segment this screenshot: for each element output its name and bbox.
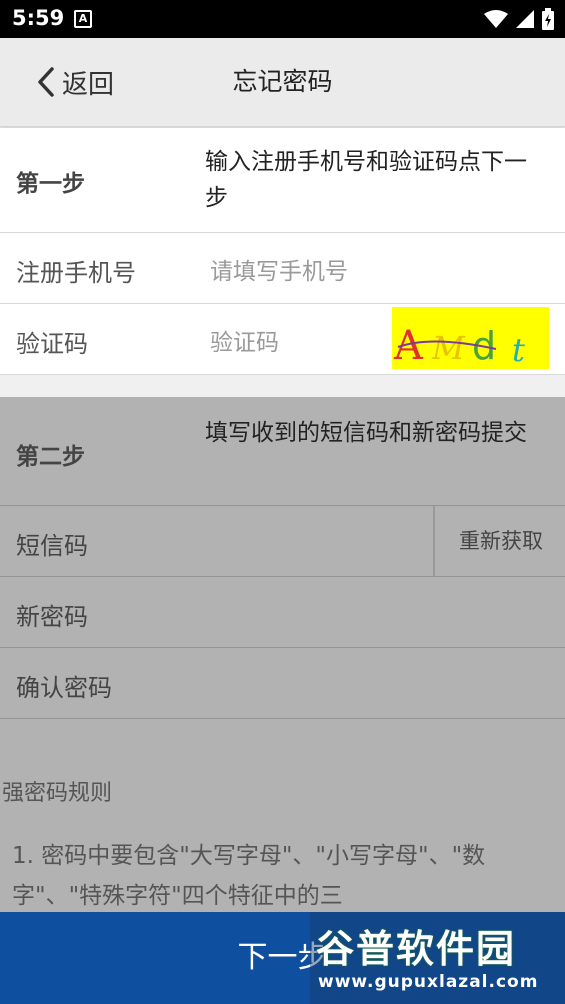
- captcha-glyphs: A M d t: [393, 323, 525, 369]
- captcha-input[interactable]: 验证码: [210, 323, 279, 357]
- battery-icon: [542, 8, 554, 30]
- nav-bar: 返回 忘记密码: [0, 38, 565, 127]
- page-title: 忘记密码: [232, 67, 333, 96]
- new-password-input[interactable]: 新密码: [16, 597, 88, 632]
- status-bar: 5:59 A: [0, 0, 565, 38]
- step2-label: 第二步: [16, 444, 85, 470]
- status-time: 5:59: [12, 6, 65, 30]
- confirm-password-row: 确认密码: [0, 648, 565, 719]
- confirm-password-input[interactable]: 确认密码: [16, 668, 112, 703]
- resend-button[interactable]: 重新获取: [433, 506, 565, 576]
- svg-text:M: M: [431, 329, 466, 367]
- notification-icon: A: [74, 10, 92, 28]
- step2-header: 第二步 填写收到的短信码和新密码提交: [0, 397, 565, 506]
- svg-text:t: t: [512, 331, 525, 369]
- watermark-logo: 谷普软件园 www.gupuxlazal.com: [310, 912, 565, 1004]
- phone-input[interactable]: 请填写手机号: [210, 252, 348, 286]
- status-icons: [483, 7, 555, 31]
- phone-row: 注册手机号 请填写手机号: [0, 233, 565, 304]
- captcha-image[interactable]: A M d t: [392, 307, 549, 369]
- new-password-row: 新密码: [0, 577, 565, 648]
- step1-description: 输入注册手机号和验证码点下一步: [205, 149, 527, 211]
- wifi-icon: [484, 10, 508, 28]
- watermark-url: www.gupuxlazal.com: [318, 972, 539, 992]
- captcha-label: 验证码: [16, 330, 88, 358]
- rule-item: 1. 密码中要包含"大写字母"、"小写字母"、"数字"、"特殊字符"四个特征中的…: [12, 843, 486, 909]
- sms-row: 短信码 重新获取: [0, 506, 565, 577]
- watermark-title: 谷普软件园: [316, 927, 517, 971]
- step1-label: 第一步: [16, 171, 85, 197]
- rules-title: 强密码规则: [2, 781, 113, 806]
- svg-text:A: A: [393, 323, 424, 369]
- signal-icon: [516, 10, 534, 28]
- sms-code-input[interactable]: 短信码: [16, 526, 88, 561]
- phone-label: 注册手机号: [16, 259, 136, 287]
- step1-header: 第一步 输入注册手机号和验证码点下一步: [0, 128, 565, 233]
- step2-description: 填写收到的短信码和新密码提交: [205, 420, 527, 446]
